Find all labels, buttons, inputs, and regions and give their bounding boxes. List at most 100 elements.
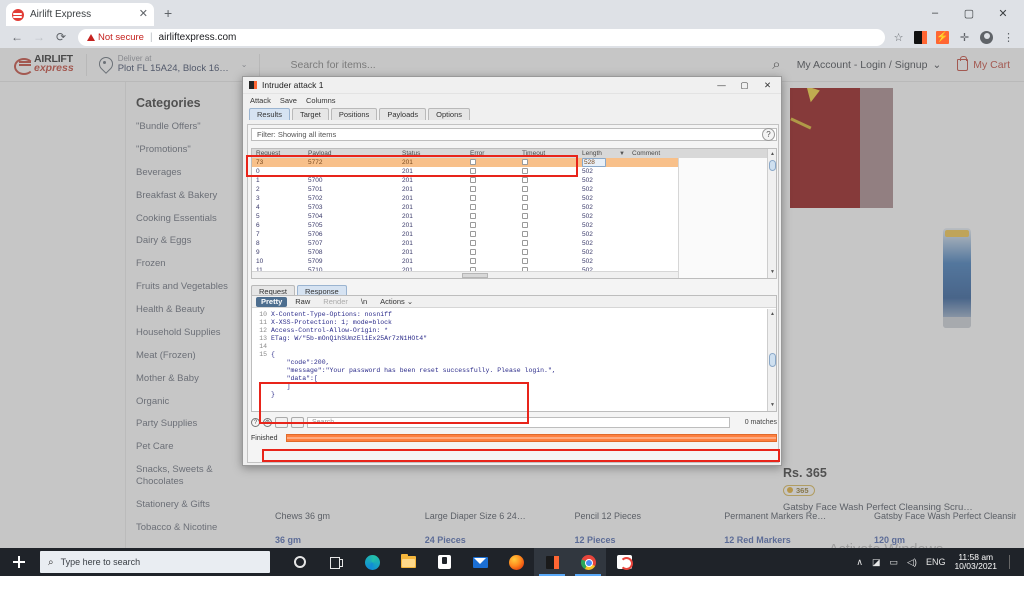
column-header-error[interactable]: Error	[466, 150, 518, 157]
cortana-icon[interactable]	[282, 548, 318, 576]
airlift-logo[interactable]: AIRLIFT express	[14, 55, 74, 73]
timeout-checkbox[interactable]	[522, 204, 528, 210]
store-icon[interactable]	[426, 548, 462, 576]
error-checkbox[interactable]	[470, 249, 476, 255]
orange-extension-icon[interactable]: ⚡	[935, 30, 950, 45]
error-checkbox[interactable]	[470, 231, 476, 237]
bookmark-star-icon[interactable]: ☆	[891, 30, 906, 45]
response-view-pretty-button[interactable]: Pretty	[256, 297, 287, 307]
find-input[interactable]: Search...	[307, 417, 730, 428]
find-next-icon[interactable]: →	[291, 417, 304, 428]
category-item[interactable]: Stationery & Gifts	[136, 499, 255, 511]
task-view-icon[interactable]	[318, 548, 354, 576]
timeout-checkbox[interactable]	[522, 168, 528, 174]
taskbar-search-box[interactable]: ⌕ Type here to search	[40, 551, 270, 573]
find-previous-icon[interactable]: ←	[275, 417, 288, 428]
window-close-button[interactable]: ✕	[986, 0, 1020, 26]
category-item[interactable]: Tobacco & Nicotine	[136, 522, 255, 534]
start-button[interactable]	[0, 548, 38, 576]
window-minimize-button[interactable]: –	[918, 0, 952, 26]
clock[interactable]: 11:58 am 10/03/2021	[954, 553, 997, 572]
burp-tab-positions[interactable]: Positions	[331, 108, 377, 120]
burp-title-bar[interactable]: Intruder attack 1 — ▢ ✕	[243, 77, 781, 94]
volume-icon[interactable]: ◁)	[907, 557, 917, 568]
response-scroll-thumb[interactable]	[769, 353, 776, 367]
burp-tab-payloads[interactable]: Payloads	[379, 108, 426, 120]
chrome-taskbar-icon[interactable]	[570, 548, 606, 576]
filter-help-icon[interactable]: ?	[762, 128, 775, 141]
timeout-checkbox[interactable]	[522, 195, 528, 201]
search-input[interactable]	[288, 58, 764, 72]
burp-extension-icon[interactable]	[913, 30, 928, 45]
category-item[interactable]: "Promotions"	[136, 144, 255, 156]
response-body-text[interactable]: 10X-Content-Type-Options: nosniff11X-XSS…	[252, 309, 766, 411]
response-vertical-scrollbar[interactable]: ▲ ▼	[767, 309, 776, 411]
category-item[interactable]: Party Supplies	[136, 418, 255, 430]
category-item[interactable]: Breakfast & Bakery	[136, 190, 255, 202]
category-item[interactable]: Fruits and Vegetables	[136, 281, 255, 293]
timeout-checkbox[interactable]	[522, 186, 528, 192]
find-help-icon[interactable]: ?	[251, 418, 260, 427]
column-header-request[interactable]: Request	[252, 150, 304, 157]
reload-icon[interactable]: ⟳	[50, 26, 72, 48]
error-checkbox[interactable]	[470, 213, 476, 219]
category-item[interactable]: Organic	[136, 396, 255, 408]
error-checkbox[interactable]	[470, 222, 476, 228]
chevron-down-icon[interactable]: ⌄	[241, 60, 248, 69]
scroll-up-arrow-icon[interactable]: ▲	[769, 151, 776, 158]
burp-menu-item[interactable]: Save	[280, 96, 297, 105]
length-edit-cell[interactable]: 528	[582, 158, 606, 167]
column-header-timeout[interactable]: Timeout	[518, 150, 578, 157]
category-item[interactable]: Health & Beauty	[136, 304, 255, 316]
category-item[interactable]: Beverages	[136, 167, 255, 179]
column-header-length[interactable]: Length▼	[578, 150, 628, 157]
timeout-checkbox[interactable]	[522, 231, 528, 237]
burp-close-button[interactable]: ✕	[756, 77, 779, 94]
promo-banner[interactable]	[790, 88, 860, 208]
error-checkbox[interactable]	[470, 195, 476, 201]
delivery-address-selector[interactable]: Deliver at Plot FL 15A24, Block 16… ⌄	[99, 54, 248, 74]
tab-close-icon[interactable]: ✕	[139, 9, 148, 20]
category-item[interactable]: Meat (Frozen)	[136, 350, 255, 362]
timeout-checkbox[interactable]	[522, 258, 528, 264]
category-item[interactable]: "Bundle Offers"	[136, 121, 255, 133]
results-scroll-thumb[interactable]	[769, 160, 776, 171]
battery-icon[interactable]: ▭	[890, 557, 899, 568]
error-checkbox[interactable]	[470, 168, 476, 174]
response-view-n-button[interactable]: \n	[356, 297, 372, 307]
search-icon[interactable]: ⌕	[772, 56, 780, 73]
timeout-checkbox[interactable]	[522, 177, 528, 183]
extensions-puzzle-icon[interactable]: ✛	[957, 30, 972, 45]
response-view-raw-button[interactable]: Raw	[290, 297, 315, 307]
timeout-checkbox[interactable]	[522, 222, 528, 228]
edge-icon[interactable]	[354, 548, 390, 576]
window-maximize-button[interactable]: ▢	[952, 0, 986, 26]
show-desktop-button[interactable]	[1009, 555, 1018, 569]
column-header-comment[interactable]: Comment	[628, 150, 736, 157]
mail-icon[interactable]	[462, 548, 498, 576]
network-icon[interactable]: ◪	[872, 557, 881, 568]
category-item[interactable]: Household Supplies	[136, 327, 255, 339]
response-scroll-down-icon[interactable]: ▼	[769, 402, 776, 409]
column-header-payload[interactable]: Payload	[304, 150, 398, 157]
category-item[interactable]: Dairy & Eggs	[136, 235, 255, 247]
profile-avatar-icon[interactable]	[979, 30, 994, 45]
error-checkbox[interactable]	[470, 258, 476, 264]
firefox-icon[interactable]	[498, 548, 534, 576]
not-secure-badge[interactable]: Not secure	[87, 32, 144, 43]
results-hscroll-thumb[interactable]	[462, 273, 488, 278]
timeout-checkbox[interactable]	[522, 159, 528, 165]
burp-menu-item[interactable]: Attack	[250, 96, 271, 105]
burp-tab-results[interactable]: Results	[249, 108, 290, 120]
burp-minimize-button[interactable]: —	[710, 77, 733, 94]
burp-tab-target[interactable]: Target	[292, 108, 329, 120]
back-icon[interactable]: ←	[6, 26, 28, 48]
results-table[interactable]: RequestPayloadStatusErrorTimeoutLength▼C…	[251, 148, 777, 279]
burp-maximize-button[interactable]: ▢	[733, 77, 756, 94]
category-item[interactable]: Pet Care	[136, 441, 255, 453]
category-item[interactable]: Mother & Baby	[136, 373, 255, 385]
account-menu[interactable]: My Account - Login / Signup ⌄	[797, 59, 942, 71]
timeout-checkbox[interactable]	[522, 249, 528, 255]
forward-icon[interactable]: →	[28, 26, 50, 48]
site-search[interactable]: ⌕	[288, 56, 780, 73]
